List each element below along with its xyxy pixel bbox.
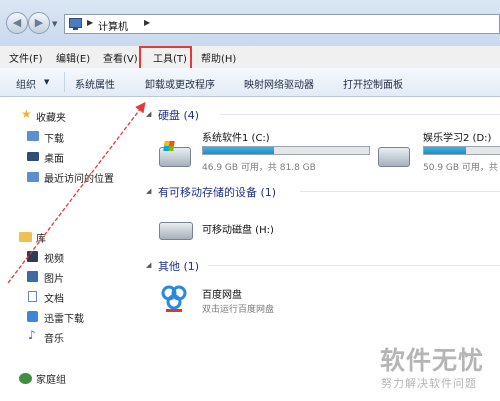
watermark-slogan: 努力解决软件问题 <box>381 377 477 390</box>
watermark-logo-text: 软件无忧 <box>380 346 485 375</box>
